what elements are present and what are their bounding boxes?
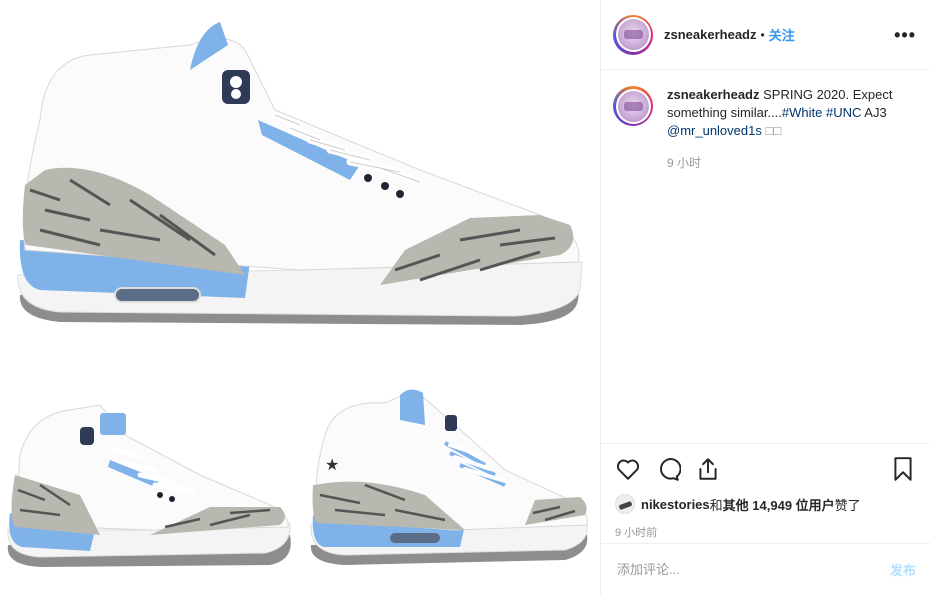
header-username[interactable]: zsneakerheadz <box>664 27 757 42</box>
bookmark-icon[interactable] <box>890 456 916 482</box>
liker-avatar[interactable] <box>615 494 635 514</box>
hashtag-unc[interactable]: #UNC <box>826 105 861 120</box>
caption-time[interactable]: 9 小时 <box>667 154 918 171</box>
caption-comment: zsneakerheadz SPRING 2020. Expect someth… <box>613 86 918 140</box>
hashtag-white[interactable]: #White <box>782 105 822 120</box>
post-actions: nikestories 和 其他 14,949 位用户 赞了 9 小时前 <box>601 443 930 540</box>
shoe-small-left-image <box>7 404 291 567</box>
comments-area[interactable]: zsneakerheadz SPRING 2020. Expect someth… <box>601 70 930 442</box>
separator-dot: • <box>760 27 765 42</box>
post-header: zsneakerheadz • 关注 ••• <box>601 0 930 70</box>
caption-text: zsneakerheadz SPRING 2020. Expect someth… <box>667 86 907 140</box>
caption-username[interactable]: zsneakerheadz <box>667 87 760 102</box>
liker-username[interactable]: nikestories <box>641 497 710 512</box>
post-side-panel: zsneakerheadz • 关注 ••• zsneakerheadz SPR… <box>600 0 930 595</box>
avatar-image <box>617 90 649 122</box>
comment-icon[interactable] <box>655 456 681 482</box>
caption-body-2: AJ3 <box>861 105 887 120</box>
likes-summary: nikestories 和 其他 14,949 位用户 赞了 <box>615 494 916 514</box>
add-comment-bar: 发布 <box>601 543 930 595</box>
shoe-large-image <box>17 22 583 325</box>
post-timestamp[interactable]: 9 小时前 <box>615 524 916 540</box>
post-comment-button[interactable]: 发布 <box>890 560 916 579</box>
svg-text:★: ★ <box>325 457 339 474</box>
heart-icon[interactable] <box>615 456 641 482</box>
avatar[interactable] <box>613 14 653 55</box>
avatar-image <box>617 19 649 50</box>
more-options-icon[interactable]: ••• <box>894 26 916 44</box>
shoe-small-right-image: ★ <box>310 389 588 565</box>
follow-button[interactable]: 关注 <box>769 25 795 44</box>
mention-link[interactable]: @mr_unloved1s <box>667 123 762 138</box>
caption-avatar[interactable] <box>613 86 653 126</box>
post-image[interactable]: ★ <box>0 0 600 595</box>
instagram-post-viewer: ★ zsneakerheadz • 关注 ••• zsneakerheadz S… <box>0 0 930 595</box>
comment-input[interactable] <box>617 562 890 577</box>
share-icon[interactable] <box>695 456 721 482</box>
likes-count[interactable]: 其他 14,949 位用户 <box>723 495 835 514</box>
caption-emoji: □□ <box>761 123 782 138</box>
